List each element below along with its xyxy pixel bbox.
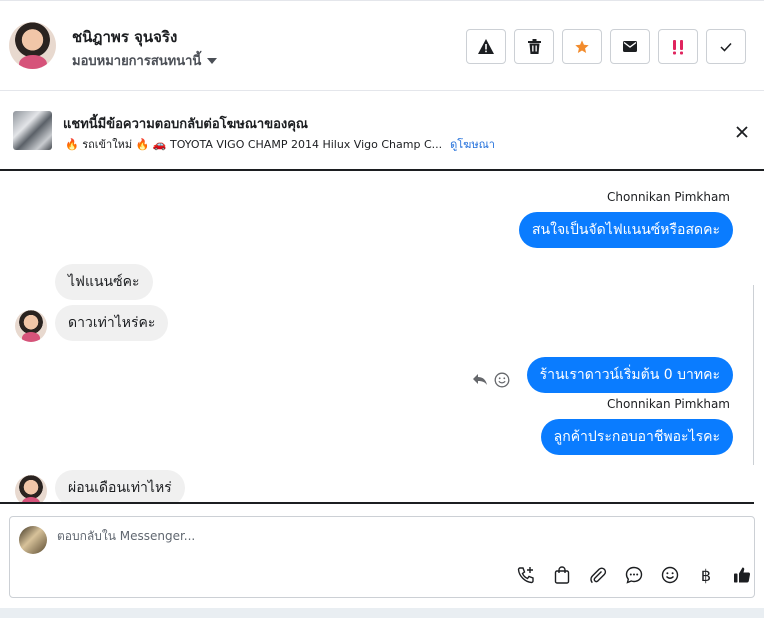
view-ad-link[interactable]: ดูโฆษณา (450, 138, 495, 151)
ad-banner-title: แชทนี้มีข้อความตอบกลับต่อโฆษณาของคุณ (63, 117, 308, 132)
header-actions (466, 29, 746, 64)
shopping-bag-icon[interactable] (551, 564, 573, 586)
ad-description: 🔥 รถเข้าใหม่ 🔥 🚗 TOYOTA VIGO CHAMP 2014 … (65, 138, 443, 151)
follow-up-button[interactable] (562, 29, 602, 64)
assign-label: มอบหมายการสนทนานี้ (72, 54, 202, 69)
trash-icon (527, 39, 541, 54)
composer-toolbar: ฿ (515, 564, 753, 586)
chevron-down-icon (207, 57, 218, 64)
assign-conversation-dropdown[interactable]: มอบหมายการสนทนานี้ (72, 50, 218, 71)
page-avatar (19, 526, 47, 554)
ad-reply-banner: แชทนี้มีข้อความตอบกลับต่อโฆษณาของคุณ 🔥 ร… (0, 91, 764, 171)
emoji-icon[interactable] (659, 564, 681, 586)
react-emoji-icon[interactable] (494, 372, 510, 388)
message-tools (472, 372, 510, 388)
chat-bubble-icon[interactable] (623, 564, 645, 586)
message-bubble-outgoing[interactable]: สนใจเป็นจัดไฟแนนซ์หรือสดคะ (519, 212, 733, 248)
message-bubble-outgoing[interactable]: ลูกค้าประกอบอาชีพอะไรคะ (540, 419, 733, 455)
ad-banner-subtitle: 🔥 รถเข้าใหม่ 🔥 🚗 TOYOTA VIGO CHAMP 2014 … (65, 135, 495, 153)
message-bubble-incoming[interactable]: ดาวเท่าไหร่คะ (55, 305, 169, 341)
side-panel-edge (753, 285, 764, 465)
call-add-icon[interactable] (515, 564, 537, 586)
mail-icon (623, 41, 637, 52)
baht-icon[interactable]: ฿ (695, 564, 717, 586)
check-icon (720, 42, 732, 52)
message-bubble-incoming[interactable]: ผ่อนเดือนเท่าไหร่ (55, 470, 185, 502)
thumbs-up-icon[interactable] (731, 564, 753, 586)
sender-name: Chonnikan Pimkham (607, 397, 730, 411)
mark-important-button[interactable] (658, 29, 698, 64)
warning-icon (478, 39, 494, 54)
star-icon (575, 39, 589, 53)
conversation-header: ชนิฎาพร จุนจริง มอบหมายการสนทนานี้ (0, 0, 764, 91)
message-bubble-outgoing[interactable]: ร้านเราดาวน์เริ่มต้น 0 บาทคะ (526, 357, 733, 393)
contact-avatar[interactable] (9, 22, 56, 69)
contact-avatar-small (15, 310, 47, 342)
mark-done-button[interactable] (706, 29, 746, 64)
delete-button[interactable] (514, 29, 554, 64)
sender-name: Chonnikan Pimkham (607, 190, 730, 204)
contact-name[interactable]: ชนิฎาพร จุนจริง (72, 25, 177, 49)
reply-input[interactable] (57, 529, 657, 543)
close-icon[interactable] (733, 123, 751, 141)
mark-unread-button[interactable] (610, 29, 650, 64)
reply-icon[interactable] (472, 372, 488, 386)
mark-spam-button[interactable] (466, 29, 506, 64)
reply-composer: ฿ (9, 516, 755, 598)
attachment-icon[interactable] (587, 564, 609, 586)
ad-thumbnail[interactable] (13, 111, 52, 150)
message-thread[interactable]: Chonnikan Pimkham สนใจเป็นจัดไฟแนนซ์หรือ… (0, 171, 754, 504)
message-bubble-incoming[interactable]: ไฟแนนซ์คะ (55, 264, 153, 300)
important-icon (673, 39, 683, 54)
contact-avatar-small (15, 475, 47, 502)
footer-strip (0, 608, 764, 618)
